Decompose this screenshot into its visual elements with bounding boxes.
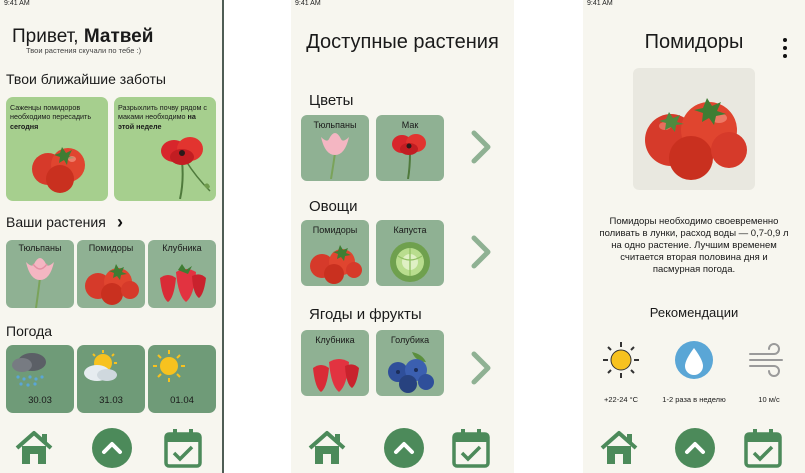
- poppy-icon: [161, 137, 211, 199]
- rain-cloud-icon: [12, 353, 46, 387]
- gap: [224, 0, 291, 473]
- page-title: Помидоры: [644, 31, 744, 53]
- home-screen: 9:41 AM Привет, Матвей Твои растения ску…: [0, 0, 222, 473]
- weather-date: 31.03: [99, 395, 123, 406]
- plant-description: Помидоры необходимо своевременно поливат…: [599, 216, 789, 275]
- weather-date: 30.03: [28, 395, 52, 406]
- care-text: Разрыхлить почву рядом с маками необходи…: [118, 103, 208, 131]
- cares-title: Твои ближайшие заботы: [6, 71, 166, 87]
- nav-up-button[interactable]: [384, 428, 424, 468]
- tomato-icon: [85, 264, 139, 305]
- weather-card-sun-cloud[interactable]: 31.03: [77, 345, 145, 413]
- home-icon[interactable]: [599, 429, 639, 467]
- bottom-nav: [583, 425, 805, 473]
- sun-icon: [603, 342, 639, 378]
- catalog-item-tulips[interactable]: Тюльпаны: [301, 115, 369, 181]
- plant-label: Тюльпаны: [18, 243, 62, 253]
- tomato-icon: [645, 98, 747, 180]
- plant-label: Клубника: [162, 243, 202, 253]
- user-name: Матвей: [83, 26, 154, 47]
- home-icon[interactable]: [14, 429, 54, 467]
- greeting: Привет, Матвей: [12, 26, 153, 48]
- plant-card-tomatoes[interactable]: Помидоры: [77, 240, 145, 308]
- status-time: 9:41 AM: [587, 0, 613, 7]
- care-text: Саженцы помидоров необходимо пересадить …: [10, 103, 92, 131]
- calendar-check-icon[interactable]: [451, 428, 491, 468]
- item-label: Мак: [401, 120, 419, 130]
- item-label: Помидоры: [312, 225, 358, 235]
- chevron-right-icon[interactable]: [469, 234, 493, 270]
- chevron-right-icon[interactable]: [469, 350, 493, 386]
- catalog-item-blueberries[interactable]: Голубика: [376, 330, 444, 396]
- poppy-icon: [392, 134, 426, 179]
- item-label: Капуста: [393, 225, 427, 235]
- rec-wind: 10 м/с: [758, 395, 780, 404]
- weather-card-rain[interactable]: 30.03: [6, 345, 74, 413]
- strawberry-icon: [160, 264, 206, 302]
- calendar-check-icon[interactable]: [743, 428, 783, 468]
- tulip-icon: [321, 133, 349, 179]
- catalog-item-strawberries[interactable]: Клубника: [301, 330, 369, 396]
- chevron-right-icon[interactable]: [469, 129, 493, 165]
- wind-icon: [749, 343, 783, 377]
- chevron-up-icon: [685, 442, 705, 454]
- plant-detail-screen: 9:41 AM Помидоры Помидоры необходимо сво…: [583, 0, 805, 473]
- item-label: Голубика: [390, 335, 430, 345]
- rec-temperature: +22-24 °С: [603, 395, 639, 404]
- more-options-icon[interactable]: [783, 38, 789, 62]
- plant-image: [633, 68, 755, 190]
- plant-card-tulips[interactable]: Тюльпаны: [6, 240, 74, 308]
- nav-up-button[interactable]: [92, 428, 132, 468]
- care-card-poppies[interactable]: Разрыхлить почву рядом с маками необходи…: [114, 97, 216, 201]
- cabbage-icon: [390, 242, 430, 282]
- strawberry-icon: [313, 359, 359, 392]
- catalog-item-tomatoes[interactable]: Помидоры: [301, 220, 369, 286]
- rec-watering: 1-2 раза в неделю: [662, 395, 726, 404]
- bottom-nav: [291, 425, 514, 473]
- tulip-icon: [26, 258, 54, 308]
- status-time: 9:41 AM: [295, 0, 321, 7]
- recommendations-title: Рекомендации: [649, 305, 739, 320]
- care-card-tomatoes[interactable]: Саженцы помидоров необходимо пересадить …: [6, 97, 108, 201]
- status-time: 9:41 AM: [4, 0, 30, 7]
- screen-divider: [222, 0, 224, 473]
- chevron-right-icon[interactable]: ›: [117, 212, 123, 233]
- plant-card-strawberries[interactable]: Клубника: [148, 240, 216, 308]
- category-title: Цветы: [309, 92, 354, 109]
- sun-icon: [153, 350, 185, 382]
- catalog-item-poppy[interactable]: Мак: [376, 115, 444, 181]
- chevron-up-icon: [394, 442, 414, 454]
- tomato-icon: [32, 147, 85, 193]
- weather-card-sun[interactable]: 01.04: [148, 345, 216, 413]
- item-label: Клубника: [315, 335, 355, 345]
- greeting-subtitle: Твои растения скучали по тебе :): [26, 46, 142, 55]
- item-label: Тюльпаны: [313, 120, 357, 130]
- greeting-prefix: Привет,: [12, 26, 79, 47]
- category-title: Ягоды и фрукты: [309, 306, 422, 323]
- sun-cloud-icon: [84, 350, 117, 381]
- weather-date: 01.04: [170, 395, 194, 406]
- water-drop-icon: [675, 341, 713, 379]
- calendar-check-icon[interactable]: [163, 428, 203, 468]
- gap: [514, 0, 583, 473]
- my-plants-title: Ваши растения: [6, 214, 106, 230]
- nav-up-button[interactable]: [675, 428, 715, 468]
- blueberry-icon: [388, 352, 434, 393]
- page-title: Доступные растения: [306, 31, 499, 53]
- home-icon[interactable]: [307, 429, 347, 467]
- bottom-nav: [0, 425, 222, 473]
- catalog-item-cabbage[interactable]: Капуста: [376, 220, 444, 286]
- weather-title: Погода: [6, 323, 53, 339]
- plant-label: Помидоры: [88, 243, 134, 253]
- category-title: Овощи: [309, 198, 358, 215]
- catalog-screen: 9:41 AM Доступные растения Цветы Тюльпан…: [291, 0, 514, 473]
- chevron-up-icon: [102, 442, 122, 454]
- tomato-icon: [310, 245, 362, 284]
